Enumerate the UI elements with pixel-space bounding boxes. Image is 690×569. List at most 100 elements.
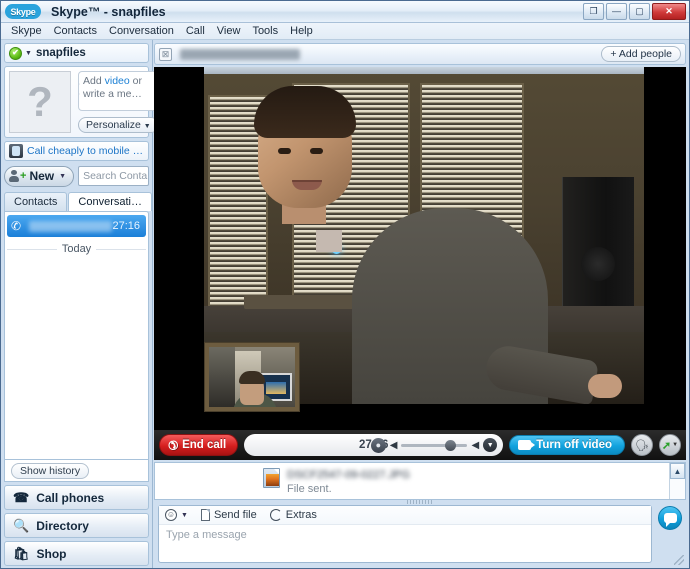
search-contacts-input[interactable]: Search Conta… [78,166,149,186]
tab-contacts[interactable]: Contacts [4,192,68,211]
personalize-label: Personalize [86,119,141,131]
mood-message-bubble[interactable]: Add video or write a me… [78,71,159,111]
menu-item-view[interactable]: View [211,24,247,38]
add-people-label: Add people [618,48,672,60]
scene-person-head [254,86,356,208]
minimize-button[interactable]: — [606,3,627,20]
new-button[interactable]: + New ▼ [4,165,75,187]
extras-label: Extras [285,509,317,521]
video-stage[interactable] [154,67,686,430]
avatar[interactable]: ? [9,71,71,133]
emoticon-button[interactable]: ☺ ▼ [165,509,188,521]
extras-icon [269,509,282,521]
menu-item-conversation[interactable]: Conversation [103,24,180,38]
volume-slider[interactable] [401,439,468,451]
call-control-bar: ✆ End call 27:16 ● ◀ ◀ ▼ [154,430,686,460]
sidebar: ✔ ▼ snapfiles ? Add video or write a me…… [1,40,159,568]
chevron-down-icon[interactable]: ▼ [25,50,32,57]
mood-prefix: Add [83,75,105,87]
menu-item-tools[interactable]: Tools [246,24,284,38]
turn-off-video-button[interactable]: Turn off video [509,435,625,455]
show-history-row: Show history [4,460,149,482]
maximize-button[interactable]: ▢ [629,3,650,20]
skype-logo-icon: Skype [5,4,41,19]
new-button-label: New [29,169,55,183]
window-controls: ❐ — ▢ ✕ [583,3,686,20]
chat-scrollbar[interactable]: ▲ ▼ [669,463,685,499]
video-camera-icon [518,440,536,450]
sidebar-item-directory[interactable]: 🔍 Directory [4,513,149,538]
window-resize-grip[interactable] [674,555,684,565]
day-separator-label: Today [61,243,92,255]
send-message-button[interactable] [658,506,682,530]
message-body: DSCF2547-09-0227.JPG File sent. [287,468,659,496]
send-file-button[interactable]: Send file [200,509,257,521]
shopping-bag-icon: 🛍 [13,546,30,561]
restore-button[interactable]: ❐ [583,3,604,20]
chevron-down-icon: ▼ [143,123,151,130]
call-options-button[interactable]: ➚ ▼ [659,434,681,456]
selfview-wall [209,347,235,407]
sidebar-item-call-phones[interactable]: ☎ Call phones [4,485,149,510]
speaker-low-icon: ◀ [389,439,398,451]
scene-box [316,230,342,252]
self-view-video[interactable] [204,342,300,412]
tab-conversations[interactable]: Conversati… [68,192,152,211]
conversation-contact-name-redacted [180,48,300,60]
mute-microphone-button[interactable]: 🗣 [631,434,653,456]
extras-button[interactable]: Extras [269,509,317,521]
chevron-down-icon[interactable]: ▼ [483,438,498,452]
scroll-up-button[interactable]: ▲ [670,463,685,479]
list-item[interactable]: DSCF2547-09-0227.JPG File sent. [155,465,669,499]
conversation-pane: ⊠ + Add people ✆ End call ● ◀ ◀ ▼ Turn o… [153,40,689,568]
add-contact-icon [9,170,21,182]
sidebar-item-shop[interactable]: 🛍 Shop [4,541,149,566]
scene-person-mouth [292,180,322,190]
file-icon [200,509,210,521]
window-title: Skype™ - snapfiles [51,4,166,19]
turn-off-video-label: Turn off video [536,439,612,451]
magnifier-icon: 🔍 [13,518,30,533]
list-item[interactable]: ✆ 27:16 [7,215,146,237]
menu-item-call[interactable]: Call [180,24,211,38]
user-status-row[interactable]: ✔ ▼ snapfiles [4,43,149,63]
scene-background-strip [204,67,644,74]
scrollbar-track[interactable] [670,479,685,499]
end-call-label: End call [182,439,227,451]
menu-item-help[interactable]: Help [284,24,319,38]
conversation-header: ⊠ + Add people [154,43,686,65]
close-button[interactable]: ✕ [652,3,686,20]
menu-item-skype[interactable]: Skype [5,24,48,38]
menu-item-contacts[interactable]: Contacts [48,24,103,38]
handset-icon: ✆ [164,436,182,454]
sidebar-item-label: Directory [36,518,89,533]
plus-icon: + [610,48,617,60]
profile-details: Add video or write a me… Personalize ▼ [78,71,159,133]
online-status-icon[interactable]: ✔ [9,46,22,60]
scene-person-hair [254,86,356,138]
end-call-button[interactable]: ✆ End call [159,434,239,456]
scene-person-eye [310,148,323,154]
personalize-button[interactable]: Personalize ▼ [78,117,159,133]
mood-video-link[interactable]: video [105,75,130,87]
chevron-down-icon: ▼ [672,442,679,448]
show-history-button[interactable]: Show history [11,462,90,479]
compose-toolbar: ☺ ▼ Send file Extras [159,506,651,525]
message-input[interactable]: Type a message [159,525,651,562]
add-people-button[interactable]: + Add people [601,46,681,62]
mute-icon: 🗣 [635,439,649,452]
chat-messages: DSCF2547-09-0227.JPG File sent. DSCF2547… [155,463,669,499]
chat-bubble-icon [663,513,677,527]
promo-link[interactable]: Call cheaply to mobile phon… [27,145,144,157]
file-name: DSCF2547-09-0227.JPG [287,469,410,481]
skype-window: Skype Skype™ - snapfiles ❐ — ▢ ✕ Skype C… [0,0,690,569]
mobile-promo-banner[interactable]: Call cheaply to mobile phon… [4,141,149,161]
chat-transcript: DSCF2547-09-0227.JPG File sent. DSCF2547… [154,462,686,500]
volume-slider-handle[interactable] [445,439,457,451]
profile-panel: ? Add video or write a me… Personalize ▼ [4,66,159,138]
volume-controls: ● ◀ ◀ ▼ [370,437,498,453]
resize-handle[interactable] [407,500,433,504]
image-file-icon [263,468,280,488]
close-icon[interactable]: ⊠ [159,47,172,61]
microphone-icon[interactable]: ● [370,437,386,453]
